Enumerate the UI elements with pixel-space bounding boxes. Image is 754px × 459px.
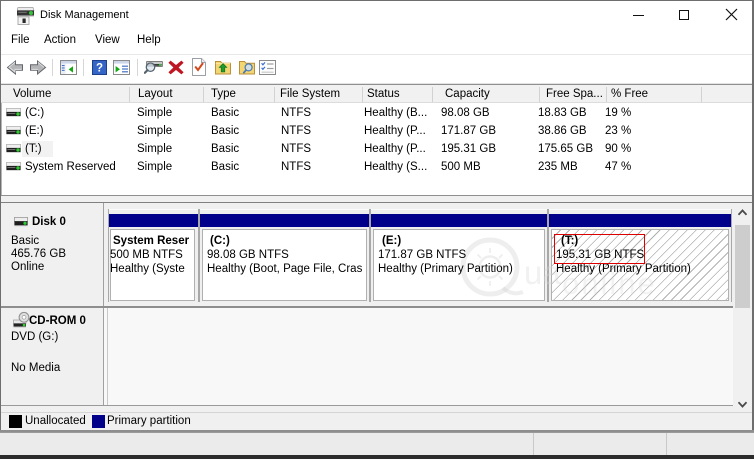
svg-text:?: ? — [96, 63, 103, 75]
